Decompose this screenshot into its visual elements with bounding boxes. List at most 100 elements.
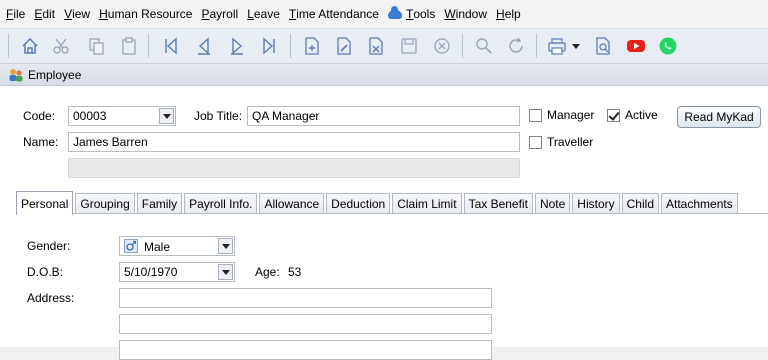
- gender-combo[interactable]: Male: [119, 236, 235, 256]
- next-record-icon[interactable]: [226, 35, 248, 57]
- toolbar-separator: [8, 34, 9, 58]
- menu-payroll-label: ayroll: [209, 7, 239, 21]
- menu-edit-accel: E: [34, 7, 43, 21]
- manager-label: Manager: [547, 108, 595, 122]
- cut-icon[interactable]: [50, 35, 72, 57]
- paste-icon[interactable]: [118, 35, 140, 57]
- dob-value: 5/10/1970: [124, 265, 178, 279]
- tab-divider: [16, 213, 768, 214]
- tab-deduction[interactable]: Deduction: [326, 193, 391, 214]
- menu-payroll[interactable]: Payroll: [201, 7, 238, 21]
- menu-help-label: elp: [504, 7, 521, 21]
- tab-attachments[interactable]: Attachments: [661, 193, 738, 214]
- toolbar-separator: [462, 34, 463, 58]
- menu-time-attendance[interactable]: Time Attendance: [289, 7, 379, 21]
- name-secondary-field: [68, 158, 520, 178]
- menu-file-label: ile: [13, 7, 26, 21]
- tab-personal[interactable]: Personal: [16, 191, 74, 215]
- toolbar-separator: [290, 34, 291, 58]
- cloud-icon: [387, 5, 402, 19]
- print-dropdown-icon[interactable]: [570, 35, 582, 57]
- name-field[interactable]: James Barren: [68, 132, 520, 152]
- tab-allowance[interactable]: Allowance: [259, 193, 325, 214]
- employee-icon: [9, 68, 23, 81]
- tab-payroll-info[interactable]: Payroll Info.: [184, 193, 258, 214]
- menu-leave[interactable]: Leave: [247, 7, 280, 21]
- tab-note[interactable]: Note: [534, 193, 571, 214]
- code-value: 00003: [73, 109, 107, 123]
- menu-window[interactable]: Window: [444, 7, 487, 21]
- edit-record-icon[interactable]: [333, 35, 355, 57]
- tab-history[interactable]: History: [572, 193, 620, 214]
- dob-date-picker[interactable]: 5/10/1970: [119, 262, 235, 282]
- tab-grouping[interactable]: Grouping: [75, 193, 135, 214]
- print-icon[interactable]: [546, 35, 568, 57]
- menu-tools-label: ools: [413, 7, 436, 21]
- address-line-1[interactable]: [119, 288, 492, 308]
- menu-file[interactable]: File: [6, 7, 25, 21]
- menu-bar: File Edit View Human Resource Payroll Le…: [0, 0, 768, 28]
- first-record-icon[interactable]: [160, 35, 182, 57]
- manager-checkbox[interactable]: [529, 109, 542, 122]
- gender-value: Male: [144, 240, 171, 254]
- code-combo[interactable]: 00003: [68, 106, 176, 126]
- menu-tools-accel: T: [405, 7, 414, 21]
- search-icon[interactable]: [473, 35, 495, 57]
- toolbar: [0, 28, 768, 64]
- last-record-icon[interactable]: [258, 35, 280, 57]
- toolbar-separator: [148, 34, 149, 58]
- active-label: Active: [625, 108, 658, 122]
- age-value: 53: [288, 265, 302, 279]
- traveller-label: Traveller: [547, 135, 594, 149]
- job-title-label: Job Title:: [194, 109, 243, 123]
- menu-payroll-accel: P: [201, 7, 210, 21]
- age-label: Age:: [255, 265, 280, 279]
- menu-window-accel: W: [444, 7, 456, 21]
- dob-label: D.O.B:: [27, 265, 64, 279]
- menu-human-resource-accel: H: [99, 7, 108, 21]
- address-line-3[interactable]: [119, 340, 492, 360]
- save-icon[interactable]: [398, 35, 420, 57]
- gender-label: Gender:: [27, 239, 71, 253]
- preview-icon[interactable]: [592, 35, 614, 57]
- home-icon[interactable]: [19, 35, 41, 57]
- male-icon: [124, 239, 138, 253]
- previous-record-icon[interactable]: [193, 35, 215, 57]
- copy-icon[interactable]: [85, 35, 107, 57]
- read-mykad-button[interactable]: Read MyKad: [677, 106, 761, 128]
- code-label: Code:: [23, 109, 56, 123]
- job-title-field[interactable]: QA Manager: [247, 106, 520, 126]
- refresh-icon[interactable]: [505, 35, 527, 57]
- tab-child[interactable]: Child: [621, 193, 659, 214]
- menu-edit[interactable]: Edit: [34, 7, 55, 21]
- panel-title-label: Employee: [28, 67, 82, 82]
- gender-dropdown-button[interactable]: [218, 238, 233, 254]
- traveller-checkbox[interactable]: [529, 136, 542, 149]
- delete-record-icon[interactable]: [365, 35, 387, 57]
- youtube-icon[interactable]: [625, 35, 647, 57]
- code-dropdown-button[interactable]: [159, 108, 174, 124]
- active-checkbox[interactable]: [607, 109, 620, 122]
- tab-claim-limit[interactable]: Claim Limit: [392, 193, 462, 214]
- cancel-icon[interactable]: [431, 35, 453, 57]
- dob-dropdown-button[interactable]: [218, 264, 233, 280]
- menu-help-accel: H: [496, 7, 505, 21]
- toolbar-separator: [536, 34, 537, 58]
- tab-tax-benefit[interactable]: Tax Benefit: [463, 193, 533, 214]
- address-line-2[interactable]: [119, 314, 492, 334]
- job-title-value: QA Manager: [252, 109, 320, 123]
- whatsapp-icon[interactable]: [657, 35, 679, 57]
- menu-view-label: iew: [72, 7, 91, 21]
- employee-panel-title: Employee: [0, 64, 768, 86]
- read-mykad-label: Read MyKad: [684, 110, 754, 124]
- name-value: James Barren: [73, 135, 148, 149]
- menu-help[interactable]: Help: [496, 7, 521, 21]
- menu-leave-accel: L: [247, 7, 254, 21]
- menu-human-resource[interactable]: Human Resource: [99, 7, 192, 21]
- menu-time-attendance-accel: T: [288, 7, 297, 21]
- menu-tools[interactable]: Tools: [387, 5, 436, 21]
- tab-strip: Personal Grouping Family Payroll Info. A…: [16, 191, 740, 215]
- tab-family[interactable]: Family: [136, 193, 183, 214]
- new-record-icon[interactable]: [301, 35, 323, 57]
- menu-view[interactable]: View: [64, 7, 90, 21]
